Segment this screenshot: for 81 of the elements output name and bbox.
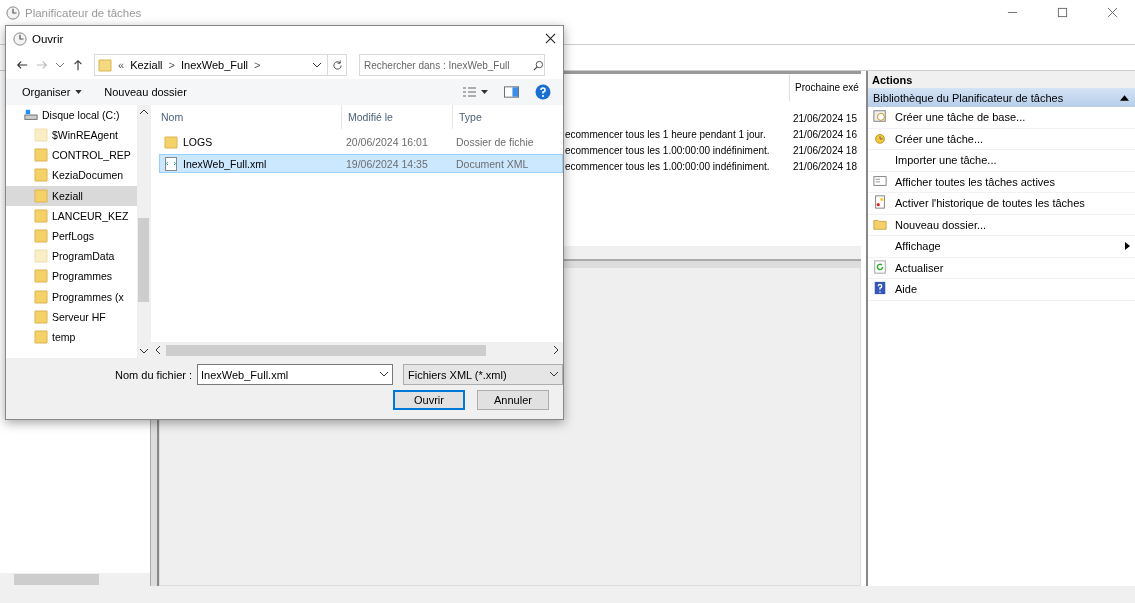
window-title: Planificateur de tâches [25, 6, 142, 19]
chevron-down-icon[interactable] [313, 62, 321, 68]
next-run-time: 21/06/2024 16 [793, 128, 857, 140]
file-type-dropdown[interactable]: Fichiers XML (*.xml) [403, 364, 563, 385]
chevron-down-icon[interactable] [380, 372, 388, 377]
action-item[interactable]: Activer l'historique de toutes les tâches [868, 193, 1135, 215]
trigger-text: ecommencer tous les 1.00:00:00 indéfiniment. [565, 160, 770, 172]
tree-item[interactable]: ProgramData [6, 246, 137, 267]
drive-icon [24, 108, 38, 122]
help-icon[interactable] [535, 84, 551, 100]
tree-item[interactable]: CONTROL_REP [6, 145, 137, 166]
next-run-time: 21/06/2024 15 [793, 112, 857, 124]
tree-item[interactable]: temp [6, 326, 137, 348]
dialog-title: Ouvrir [32, 32, 64, 45]
action-item[interactable]: Nouveau dossier... [868, 214, 1135, 236]
chevron-down-icon [550, 372, 558, 377]
horizontal-scrollbar[interactable] [0, 573, 150, 586]
clock-icon [6, 5, 20, 20]
breadcrumb-item[interactable]: > [168, 59, 175, 71]
tree-item[interactable]: Serveur HF [6, 306, 137, 327]
search-icon [533, 59, 544, 71]
tree-item[interactable]: $WinREAgent [6, 125, 137, 146]
trigger-text: ecommencer tous les 1 heure pendant 1 jour. [565, 128, 766, 140]
view-options-icon[interactable] [462, 86, 488, 98]
action-item[interactable]: Créer une tâche de base... [868, 107, 1135, 129]
section-header[interactable]: Bibliothèque du Planificateur de tâches [868, 88, 1135, 107]
action-item[interactable]: Actualiser [868, 257, 1135, 279]
breadcrumb-item[interactable]: « [118, 59, 125, 71]
column-header[interactable]: Modifié le [341, 105, 452, 129]
scroll-right-icon[interactable] [554, 346, 559, 354]
action-item[interactable]: Affichage [868, 236, 1135, 258]
refresh-icon [873, 259, 887, 274]
next-run-time: 21/06/2024 18 [793, 144, 857, 156]
tree-item[interactable]: PerfLogs [6, 225, 137, 247]
trigger-text: ecommencer tous les 1.00:00:00 indéfiniment. [565, 144, 770, 156]
action-item[interactable]: Importer une tâche... [868, 150, 1135, 172]
file-row[interactable]: InexWeb_Full.xml 19/06/2024 14:35 Document XML [159, 154, 563, 173]
log-icon [873, 195, 887, 210]
column-header[interactable]: Nom [151, 105, 341, 129]
caret-icon [75, 90, 83, 94]
up-arrow-icon[interactable] [72, 59, 84, 71]
action-item[interactable]: Afficher toutes les tâches actives [868, 171, 1135, 193]
tree-item[interactable]: KeziaDocumen [6, 165, 137, 186]
vertical-scrollbar[interactable] [137, 105, 150, 358]
preview-pane-icon[interactable] [504, 86, 519, 98]
breadcrumb-item[interactable]: > [254, 59, 261, 71]
maximize-icon[interactable] [1057, 7, 1068, 18]
new-folder-button[interactable]: Nouveau dossier [96, 86, 195, 98]
task-list-icon [873, 173, 887, 188]
tree-item[interactable]: Keziall [6, 185, 137, 206]
submenu-arrow-icon [1125, 242, 1130, 251]
help-icon [873, 281, 887, 296]
breadcrumb-item[interactable]: Keziall [130, 59, 163, 71]
scroll-up-icon[interactable] [139, 109, 148, 114]
tree-item[interactable]: Programmes (x [6, 286, 137, 307]
horizontal-scrollbar[interactable] [151, 342, 563, 358]
filename-field[interactable]: InexWeb_Full.xml [197, 364, 393, 385]
file-row[interactable]: LOGS 20/06/2024 16:01 Dossier de fichie [159, 132, 563, 151]
tree-item[interactable]: LANCEUR_KEZ [6, 205, 137, 226]
next-run-time: 21/06/2024 18 [793, 160, 857, 172]
column-header[interactable]: Prochaine exé [789, 74, 861, 101]
filename-label: Nom du fichier : [115, 368, 193, 381]
address-bar[interactable]: « Keziall > InexWeb_Full > [94, 54, 347, 76]
column-header[interactable]: Type [452, 105, 559, 129]
tree-item[interactable]: Programmes [6, 266, 137, 287]
back-arrow-icon[interactable] [16, 59, 28, 71]
scroll-down-icon[interactable] [139, 349, 148, 354]
refresh-icon[interactable] [331, 59, 343, 71]
action-item[interactable]: Aide [868, 279, 1135, 301]
tree-item[interactable]: Disque local (C:) [42, 109, 120, 121]
scroll-left-icon[interactable] [155, 346, 160, 354]
clock-icon [13, 31, 27, 46]
organize-menu-button[interactable]: Organiser [14, 86, 91, 98]
cancel-button[interactable]: Annuler [477, 390, 549, 410]
xml-file-icon [164, 156, 178, 171]
actions-header: Actions [868, 71, 1135, 88]
close-icon[interactable] [545, 33, 556, 44]
breadcrumb-item[interactable]: InexWeb_Full [180, 59, 249, 71]
search-field[interactable]: Rechercher dans : InexWeb_Full [359, 54, 545, 76]
open-button[interactable]: Ouvrir [393, 390, 465, 410]
action-item[interactable]: Créer une tâche... [868, 128, 1135, 150]
